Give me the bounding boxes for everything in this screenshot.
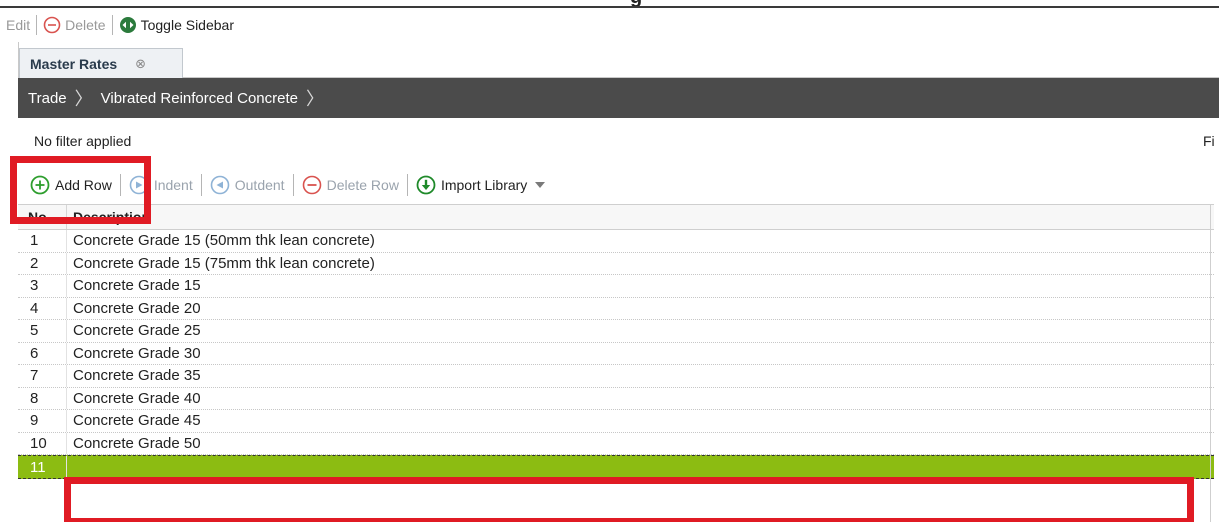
- table-row[interactable]: 7 Concrete Grade 35: [18, 365, 1214, 388]
- filter-control-cutoff[interactable]: Fi: [1203, 133, 1215, 149]
- filter-status: No filter applied: [34, 133, 132, 149]
- arrow-down-circle-icon: [416, 175, 436, 195]
- row-description-input[interactable]: [66, 456, 1214, 478]
- chevron-right-icon: 〉: [305, 89, 324, 109]
- table-row[interactable]: 4 Concrete Grade 20: [18, 297, 1214, 320]
- breadcrumb: Trade 〉 Vibrated Reinforced Concrete 〉: [18, 78, 1219, 118]
- delete-label: Delete: [65, 17, 106, 33]
- delete-row-button[interactable]: Delete Row: [294, 175, 407, 195]
- import-library-label: Import Library: [440, 177, 528, 193]
- new-row-selected[interactable]: 11: [18, 455, 1214, 479]
- row-description[interactable]: Concrete Grade 50: [66, 432, 1214, 454]
- close-tab-icon[interactable]: ⊗: [135, 56, 146, 72]
- row-number: 6: [30, 344, 39, 362]
- table-row[interactable]: 9 Concrete Grade 45: [18, 410, 1214, 433]
- table-row[interactable]: 3 Concrete Grade 15: [18, 275, 1214, 298]
- edit-label: Edit: [6, 17, 31, 33]
- arrow-left-circle-icon: [210, 175, 230, 195]
- app-frame: Edit Delete Toggle Sidebar Master Rates …: [0, 6, 1219, 522]
- row-number: 7: [30, 367, 39, 385]
- highlight-add-row: [10, 156, 151, 224]
- table-row[interactable]: 8 Concrete Grade 40: [18, 387, 1214, 410]
- row-description[interactable]: Concrete Grade 40: [66, 387, 1214, 409]
- rates-grid: No Description 1 Concrete Grade 15 (50mm …: [18, 204, 1214, 479]
- table-row[interactable]: 1 Concrete Grade 15 (50mm thk lean concre…: [18, 230, 1214, 253]
- indent-label: Indent: [153, 177, 193, 193]
- table-row[interactable]: 5 Concrete Grade 25: [18, 320, 1214, 343]
- edit-button[interactable]: Edit: [0, 14, 36, 36]
- grid-body: 1 Concrete Grade 15 (50mm thk lean concre…: [18, 230, 1214, 455]
- import-library-button[interactable]: Import Library: [408, 175, 555, 195]
- grid-right-edge: [1210, 204, 1211, 522]
- row-number: 3: [30, 277, 39, 295]
- row-number: 5: [30, 322, 39, 340]
- toggle-sidebar-button[interactable]: Toggle Sidebar: [113, 14, 240, 36]
- top-toolbar: Edit Delete Toggle Sidebar: [0, 12, 240, 38]
- row-description[interactable]: Concrete Grade 20: [66, 297, 1214, 319]
- outdent-button[interactable]: Outdent: [202, 175, 293, 195]
- delete-row-label: Delete Row: [326, 177, 399, 193]
- delete-button[interactable]: Delete: [37, 14, 111, 36]
- row-number: 9: [30, 412, 39, 430]
- table-row[interactable]: 2 Concrete Grade 15 (75mm thk lean concre…: [18, 252, 1214, 275]
- row-description[interactable]: Concrete Grade 30: [66, 342, 1214, 364]
- table-row[interactable]: 6 Concrete Grade 30: [18, 342, 1214, 365]
- row-number: 10: [30, 434, 47, 452]
- tab-label: Master Rates: [30, 55, 118, 72]
- row-description[interactable]: Concrete Grade 25: [66, 320, 1214, 342]
- grid-header: No Description: [18, 204, 1214, 230]
- minus-circle-icon: [302, 175, 321, 195]
- double-arrow-circle-icon: [119, 17, 136, 33]
- row-description[interactable]: Concrete Grade 15 (50mm thk lean concret…: [66, 230, 1214, 252]
- caret-down-icon[interactable]: [533, 180, 547, 190]
- tab-bar: Master Rates ⊗: [18, 42, 1219, 78]
- outdent-label: Outdent: [234, 177, 285, 193]
- breadcrumb-item-trade[interactable]: Trade: [28, 90, 67, 107]
- row-number: 2: [30, 254, 39, 272]
- tab-master-rates[interactable]: Master Rates ⊗: [19, 48, 183, 78]
- highlight-new-row: [64, 477, 1194, 522]
- row-description[interactable]: Concrete Grade 15 (75mm thk lean concret…: [66, 252, 1214, 274]
- row-number: 8: [30, 389, 39, 407]
- row-description[interactable]: Concrete Grade 35: [66, 365, 1214, 387]
- toggle-sidebar-label: Toggle Sidebar: [140, 17, 234, 33]
- table-row[interactable]: 10 Concrete Grade 50: [18, 432, 1214, 455]
- row-description[interactable]: Concrete Grade 15: [66, 275, 1214, 297]
- chevron-right-icon: 〉: [74, 89, 93, 109]
- minus-circle-icon: [43, 16, 61, 34]
- column-header-description[interactable]: Description: [66, 205, 1214, 229]
- row-number: 1: [30, 232, 39, 250]
- row-number: 11: [30, 458, 46, 476]
- row-number: 4: [30, 299, 39, 317]
- row-description[interactable]: Concrete Grade 45: [66, 410, 1214, 432]
- breadcrumb-item-vibrated-reinforced-concrete[interactable]: Vibrated Reinforced Concrete: [101, 90, 298, 107]
